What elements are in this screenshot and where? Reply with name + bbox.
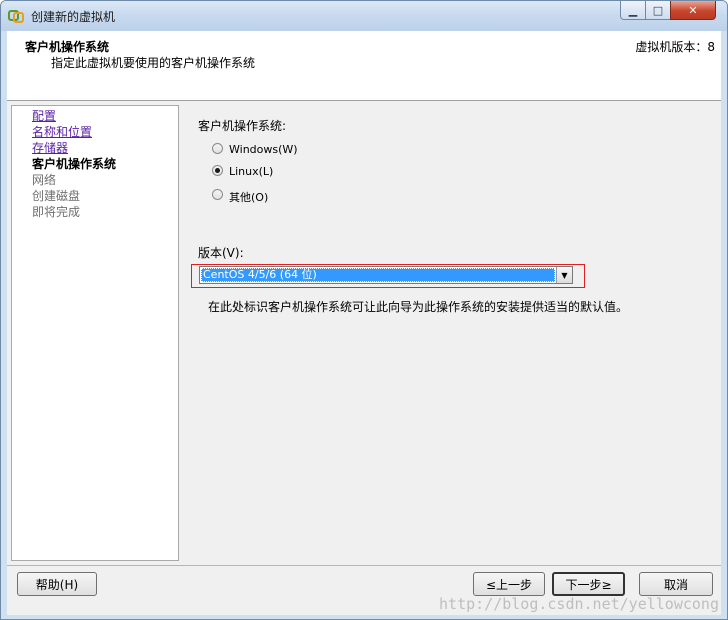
maximize-button[interactable]: □ (645, 1, 671, 20)
vm-version: 虚拟机版本：8 (635, 40, 715, 54)
footer-divider (7, 565, 721, 566)
nav-item-network: 网络 (32, 173, 57, 187)
main-content: 客户机操作系统: Windows(W) Linux(L) 其他(O) 版本(V)… (191, 105, 717, 561)
minimize-button[interactable]: ▁ (620, 1, 646, 20)
back-button[interactable]: ≤上一步 (473, 572, 545, 596)
nav-item-storage[interactable]: 存储器 (32, 140, 68, 156)
page-title: 客户机操作系统 (25, 40, 110, 54)
client-area: 客户机操作系统 指定此虚拟机要使用的客户机操作系统 虚拟机版本：8 配置 名称和… (7, 31, 721, 615)
chevron-down-icon[interactable]: ▼ (556, 267, 572, 283)
radio-linux[interactable] (212, 165, 223, 176)
nav-item-create-disk: 创建磁盘 (32, 189, 81, 203)
wizard-nav: 配置 名称和位置 存储器 客户机操作系统 网络 创建磁盘 即将完成 (11, 105, 179, 561)
version-label: 版本(V): (198, 246, 244, 260)
radio-other-label[interactable]: 其他(O) (229, 189, 268, 205)
os-description: 在此处标识客户机操作系统可让此向导为此操作系统的安装提供适当的默认值。 (208, 300, 629, 314)
nav-item-ready: 即将完成 (32, 205, 81, 219)
wizard-window: 创建新的虚拟机 ▁ □ ✕ 客户机操作系统 指定此虚拟机要使用的客户机操作系统 … (0, 0, 728, 620)
version-select-value[interactable]: CentOS 4/5/6 (64 位) (201, 268, 555, 282)
radio-other[interactable] (212, 189, 223, 200)
next-button[interactable]: 下一步≥ (552, 572, 625, 596)
nav-item-guest-os: 客户机操作系统 (32, 157, 117, 171)
help-button[interactable]: 帮助(H) (17, 572, 97, 596)
window-title: 创建新的虚拟机 (31, 10, 116, 24)
cancel-button[interactable]: 取消 (639, 572, 713, 596)
radio-windows-label[interactable]: Windows(W) (229, 143, 298, 156)
radio-windows[interactable] (212, 143, 223, 154)
close-button[interactable]: ✕ (670, 1, 716, 20)
page-subtitle: 指定此虚拟机要使用的客户机操作系统 (51, 56, 256, 70)
version-select[interactable]: CentOS 4/5/6 (64 位) ▼ (199, 266, 573, 284)
nav-item-name-location[interactable]: 名称和位置 (32, 124, 92, 140)
watermark: http://blog.csdn.net/yellowcong (439, 595, 719, 613)
nav-item-config[interactable]: 配置 (32, 108, 56, 124)
title-bar[interactable]: 创建新的虚拟机 ▁ □ ✕ (1, 1, 727, 31)
vmware-icon (8, 10, 24, 23)
guest-os-label: 客户机操作系统: (198, 119, 287, 133)
radio-linux-label[interactable]: Linux(L) (229, 165, 273, 178)
wizard-header: 客户机操作系统 指定此虚拟机要使用的客户机操作系统 虚拟机版本：8 (7, 31, 721, 101)
